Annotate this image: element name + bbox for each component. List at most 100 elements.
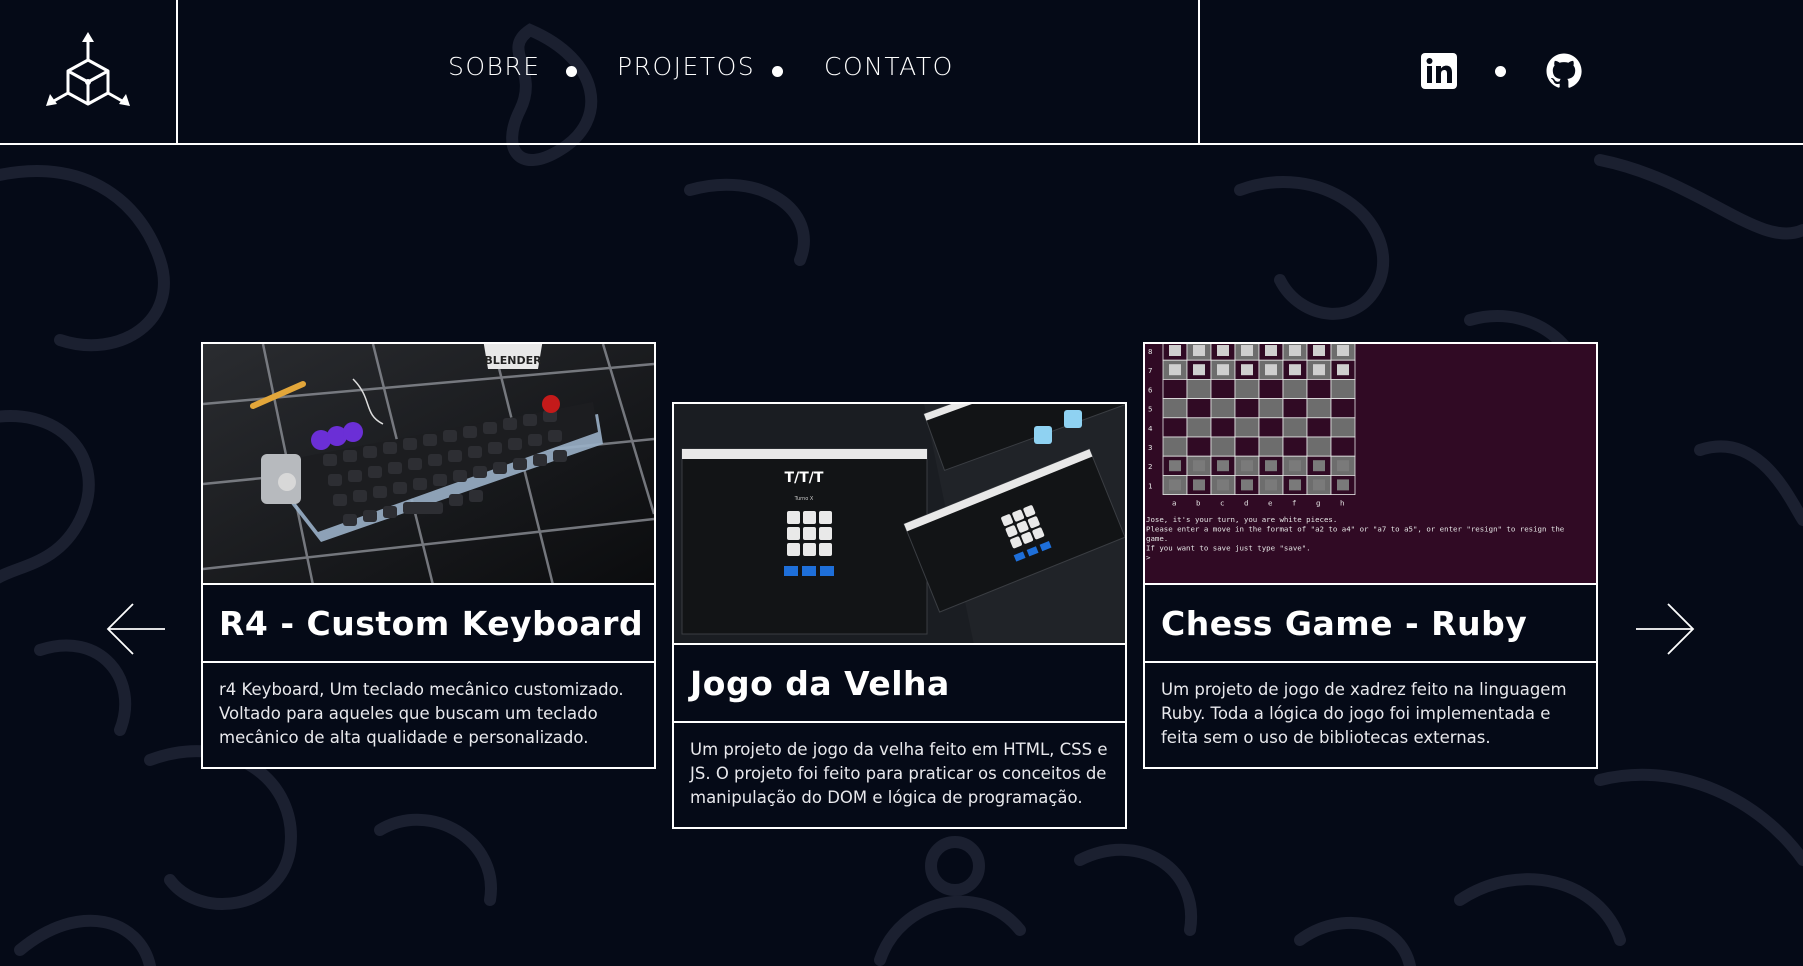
chess-piece <box>1337 479 1349 491</box>
chess-rank-label: 8 <box>1148 347 1152 356</box>
tictactoe-title-text: T/T/T <box>785 470 824 486</box>
chess-piece <box>1313 479 1325 491</box>
chess-square <box>1306 379 1332 400</box>
chess-rank-label: 6 <box>1148 385 1152 394</box>
main-nav: SOBRE PROJETOS CONTATO <box>178 0 1200 143</box>
project-image-chess: 8 7 6 5 4 3 2 1 a b c d e f g h Jose, it's your turn, yo… <box>1145 344 1596 585</box>
chess-square <box>1330 398 1356 419</box>
chess-square <box>1234 398 1260 419</box>
chess-square <box>1210 436 1236 457</box>
card-description: Um projeto de jogo da velha feito em HTM… <box>690 740 1108 807</box>
chess-piece <box>1289 460 1301 472</box>
chess-square <box>1186 379 1212 400</box>
chess-file-label: c <box>1220 499 1224 508</box>
chess-square <box>1162 379 1188 400</box>
chess-piece <box>1193 479 1205 491</box>
chess-piece <box>1289 479 1301 491</box>
chess-square <box>1282 436 1308 457</box>
project-card[interactable]: BLENDER R4 - Custom Keyboard r4 Keyboard… <box>201 342 656 769</box>
nav-projetos[interactable]: PROJETOS <box>617 54 755 79</box>
chess-piece <box>1169 460 1181 472</box>
nav-separator-dot <box>566 66 577 77</box>
nav-contato[interactable]: CONTATO <box>824 54 954 79</box>
chess-piece <box>1337 345 1349 356</box>
linkedin-icon[interactable] <box>1421 53 1457 89</box>
chess-piece <box>1217 460 1229 472</box>
chess-file-label: d <box>1244 499 1248 508</box>
chess-piece <box>1169 479 1181 491</box>
github-icon[interactable] <box>1546 53 1582 89</box>
chess-square <box>1282 398 1308 419</box>
chess-piece <box>1193 345 1205 356</box>
chess-square <box>1162 436 1188 457</box>
chess-piece <box>1265 364 1277 376</box>
project-card[interactable]: 8 7 6 5 4 3 2 1 a b c d e f g h Jose, it's your turn, yo… <box>1143 342 1598 769</box>
nav-sobre[interactable]: SOBRE <box>448 54 541 79</box>
chess-square <box>1306 417 1332 438</box>
chess-piece <box>1265 460 1277 472</box>
chess-file-label: f <box>1292 499 1296 508</box>
chess-file-label: g <box>1316 499 1320 508</box>
chess-square <box>1162 417 1188 438</box>
chess-file-label: h <box>1340 499 1344 508</box>
chess-piece <box>1241 364 1253 376</box>
chess-file-label: a <box>1172 499 1176 508</box>
logo-cell <box>0 0 178 143</box>
arrow-left-icon[interactable] <box>105 602 165 656</box>
cube-logo-icon[interactable] <box>46 31 130 112</box>
image-blender-text: BLENDER <box>484 354 542 367</box>
chess-terminal-line: Jose, it's your turn, you are white piec… <box>1146 515 1337 524</box>
card-title-wrap: R4 - Custom Keyboard <box>203 585 654 663</box>
chess-piece <box>1241 460 1253 472</box>
chess-square <box>1258 436 1284 457</box>
chess-piece <box>1313 364 1325 376</box>
chess-piece <box>1313 460 1325 472</box>
chess-square <box>1210 417 1236 438</box>
chess-square <box>1210 398 1236 419</box>
chess-piece <box>1193 460 1205 472</box>
chess-square <box>1306 436 1332 457</box>
chess-square <box>1234 379 1260 400</box>
chess-rank-label: 7 <box>1148 366 1152 375</box>
chess-square <box>1186 417 1212 438</box>
tictactoe-turn-text: Turno X <box>794 496 814 502</box>
chess-square <box>1330 436 1356 457</box>
project-card[interactable]: T/T/T Turno X Jogo da Velha Um projeto d… <box>672 402 1127 829</box>
nav-separator-dot <box>772 66 783 77</box>
chess-rank-label: 1 <box>1148 481 1152 490</box>
chess-piece <box>1169 364 1181 376</box>
chess-terminal-line: game. <box>1146 534 1168 543</box>
chess-square <box>1306 398 1332 419</box>
card-description: r4 Keyboard, Um teclado mecânico customi… <box>219 680 624 747</box>
card-title: R4 - Custom Keyboard <box>219 603 644 643</box>
chess-square <box>1258 417 1284 438</box>
site-header: SOBRE PROJETOS CONTATO <box>0 0 1803 145</box>
chess-square <box>1258 379 1284 400</box>
chess-piece <box>1313 345 1325 356</box>
chess-piece <box>1217 345 1229 356</box>
chess-rank-label: 5 <box>1148 405 1152 414</box>
chess-square <box>1162 398 1188 419</box>
chess-terminal-line: If you want to save just type "save". <box>1146 544 1311 553</box>
chess-rank-label: 2 <box>1148 462 1152 471</box>
chess-square <box>1186 436 1212 457</box>
card-title: Chess Game - Ruby <box>1161 603 1528 643</box>
arrow-right-icon[interactable] <box>1636 602 1696 656</box>
chess-piece <box>1265 345 1277 356</box>
chess-terminal-line: Please enter a move in the format of "a2… <box>1146 525 1565 534</box>
chess-piece <box>1217 364 1229 376</box>
chess-piece <box>1289 364 1301 376</box>
chess-square <box>1210 379 1236 400</box>
card-title-wrap: Chess Game - Ruby <box>1145 585 1596 663</box>
chess-file-label: e <box>1268 499 1273 508</box>
project-image-tictactoe: T/T/T Turno X <box>674 404 1125 645</box>
chess-piece <box>1337 364 1349 376</box>
chess-square <box>1234 436 1260 457</box>
chess-piece <box>1217 479 1229 491</box>
chess-square <box>1234 417 1260 438</box>
chess-terminal-line: > <box>1146 553 1151 562</box>
chess-square <box>1282 417 1308 438</box>
chess-piece <box>1241 345 1253 356</box>
card-title: Jogo da Velha <box>690 663 950 703</box>
chess-rank-label: 4 <box>1148 424 1153 433</box>
